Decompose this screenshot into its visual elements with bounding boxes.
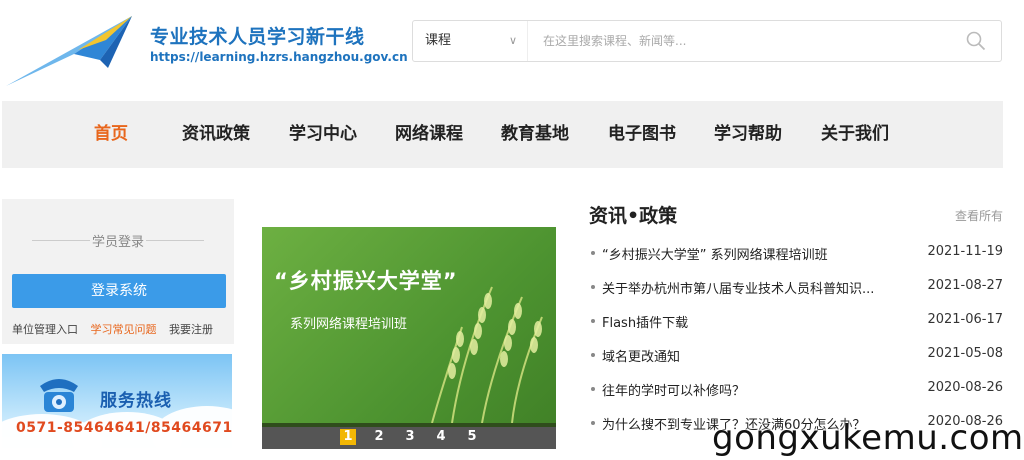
news-item-title[interactable]: Flash插件下载 <box>602 312 892 331</box>
bullet-icon <box>591 421 595 425</box>
site-logo[interactable]: 专业技术人员学习新干线 https://learning.hzrs.hangzh… <box>0 6 408 86</box>
carousel-pager: 1 2 3 4 5 <box>262 423 556 449</box>
news-item-title[interactable]: 关于举办杭州市第八届专业技术人员科普知识... <box>602 278 892 297</box>
nav-item-education-base[interactable]: 教育基地 <box>501 101 569 168</box>
nav-item-ebooks[interactable]: 电子图书 <box>608 101 676 168</box>
hotline-title: 服务热线 <box>100 391 172 411</box>
main-nav: 首页 资讯政策 学习中心 网络课程 教育基地 电子图书 学习帮助 关于我们 <box>2 101 1003 168</box>
news-item-date: 2021-11-19 <box>927 244 1003 259</box>
news-header: 资讯•政策 查看所有 <box>589 199 1003 229</box>
bullet-icon <box>591 285 595 289</box>
news-item-date: 2020-08-26 <box>927 380 1003 395</box>
login-button[interactable]: 登录系统 <box>12 274 226 308</box>
carousel-page-2[interactable]: 2 <box>371 429 387 445</box>
chevron-down-icon: ∨ <box>508 34 517 47</box>
news-item-date: 2021-05-08 <box>927 346 1003 361</box>
search-category-select[interactable]: 课程 ∨ <box>413 21 528 61</box>
banner-title: “乡村振兴大学堂” <box>274 269 458 293</box>
nav-item-about-us[interactable]: 关于我们 <box>821 101 889 168</box>
nav-item-news-policy[interactable]: 资讯政策 <box>182 101 250 168</box>
bullet-icon <box>591 387 595 391</box>
divider <box>262 423 556 427</box>
search-bar: 课程 ∨ <box>412 20 1002 62</box>
site-title: 专业技术人员学习新干线 <box>150 26 365 48</box>
divider <box>32 240 90 241</box>
nav-item-learning-center[interactable]: 学习中心 <box>289 101 357 168</box>
view-all-link[interactable]: 查看所有 <box>955 207 1003 224</box>
bullet-icon <box>591 353 595 357</box>
list-item[interactable]: 关于举办杭州市第八届专业技术人员科普知识... 2021-08-27 <box>589 278 1003 312</box>
search-category-value: 课程 <box>425 33 452 48</box>
page: 专业技术人员学习新干线 https://learning.hzrs.hangzh… <box>0 0 1024 460</box>
news-item-title[interactable]: 域名更改通知 <box>602 346 892 365</box>
list-item[interactable]: “乡村振兴大学堂” 系列网络课程培训班 2021-11-19 <box>589 244 1003 278</box>
news-item-title[interactable]: 往年的学时可以补修吗？ <box>602 380 892 399</box>
search-input[interactable] <box>533 21 953 61</box>
telephone-icon <box>40 379 78 412</box>
login-panel: 学员登录 登录系统 单位管理入口 学习常见问题 我要注册 <box>2 199 234 344</box>
news-item-date: 2021-08-27 <box>927 278 1003 293</box>
list-item[interactable]: Flash插件下载 2021-06-17 <box>589 312 1003 346</box>
watermark: gongxukemu.com <box>712 418 1024 458</box>
list-item[interactable]: 往年的学时可以补修吗？ 2020-08-26 <box>589 380 1003 414</box>
hotline-phone: 0571-85464641/85464671 <box>16 420 232 436</box>
carousel-page-3[interactable]: 3 <box>402 429 418 445</box>
carousel-page-5[interactable]: 5 <box>464 429 480 445</box>
carousel-page-4[interactable]: 4 <box>433 429 449 445</box>
carousel-page-1[interactable]: 1 <box>340 429 356 445</box>
nav-item-help[interactable]: 学习帮助 <box>714 101 782 168</box>
faq-link[interactable]: 学习常见问题 <box>91 323 157 336</box>
banner-carousel[interactable]: “乡村振兴大学堂” 系列网络课程培训班 1 2 3 4 5 <box>262 227 556 449</box>
paper-plane-icon <box>6 16 132 86</box>
news-item-title[interactable]: “乡村振兴大学堂” 系列网络课程培训班 <box>602 244 892 263</box>
divider <box>146 240 204 241</box>
login-links: 单位管理入口 学习常见问题 我要注册 <box>12 321 234 337</box>
news-section-title: 资讯•政策 <box>589 205 678 227</box>
news-item-date: 2021-06-17 <box>927 312 1003 327</box>
nav-item-online-courses[interactable]: 网络课程 <box>395 101 463 168</box>
site-url: https://learning.hzrs.hangzhou.gov.cn <box>150 50 408 64</box>
login-title: 学员登录 <box>2 231 234 250</box>
register-link[interactable]: 我要注册 <box>169 323 213 336</box>
bullet-icon <box>591 251 595 255</box>
login-title-text: 学员登录 <box>91 235 144 250</box>
search-icon[interactable] <box>965 30 987 52</box>
nav-item-home[interactable]: 首页 <box>94 101 128 168</box>
list-item[interactable]: 域名更改通知 2021-05-08 <box>589 346 1003 380</box>
banner-subtitle: 系列网络课程培训班 <box>290 317 408 332</box>
service-hotline-banner[interactable]: 服务热线 0571-85464641/85464671 <box>2 354 232 448</box>
unit-admin-link[interactable]: 单位管理入口 <box>12 323 78 336</box>
bullet-icon <box>591 319 595 323</box>
